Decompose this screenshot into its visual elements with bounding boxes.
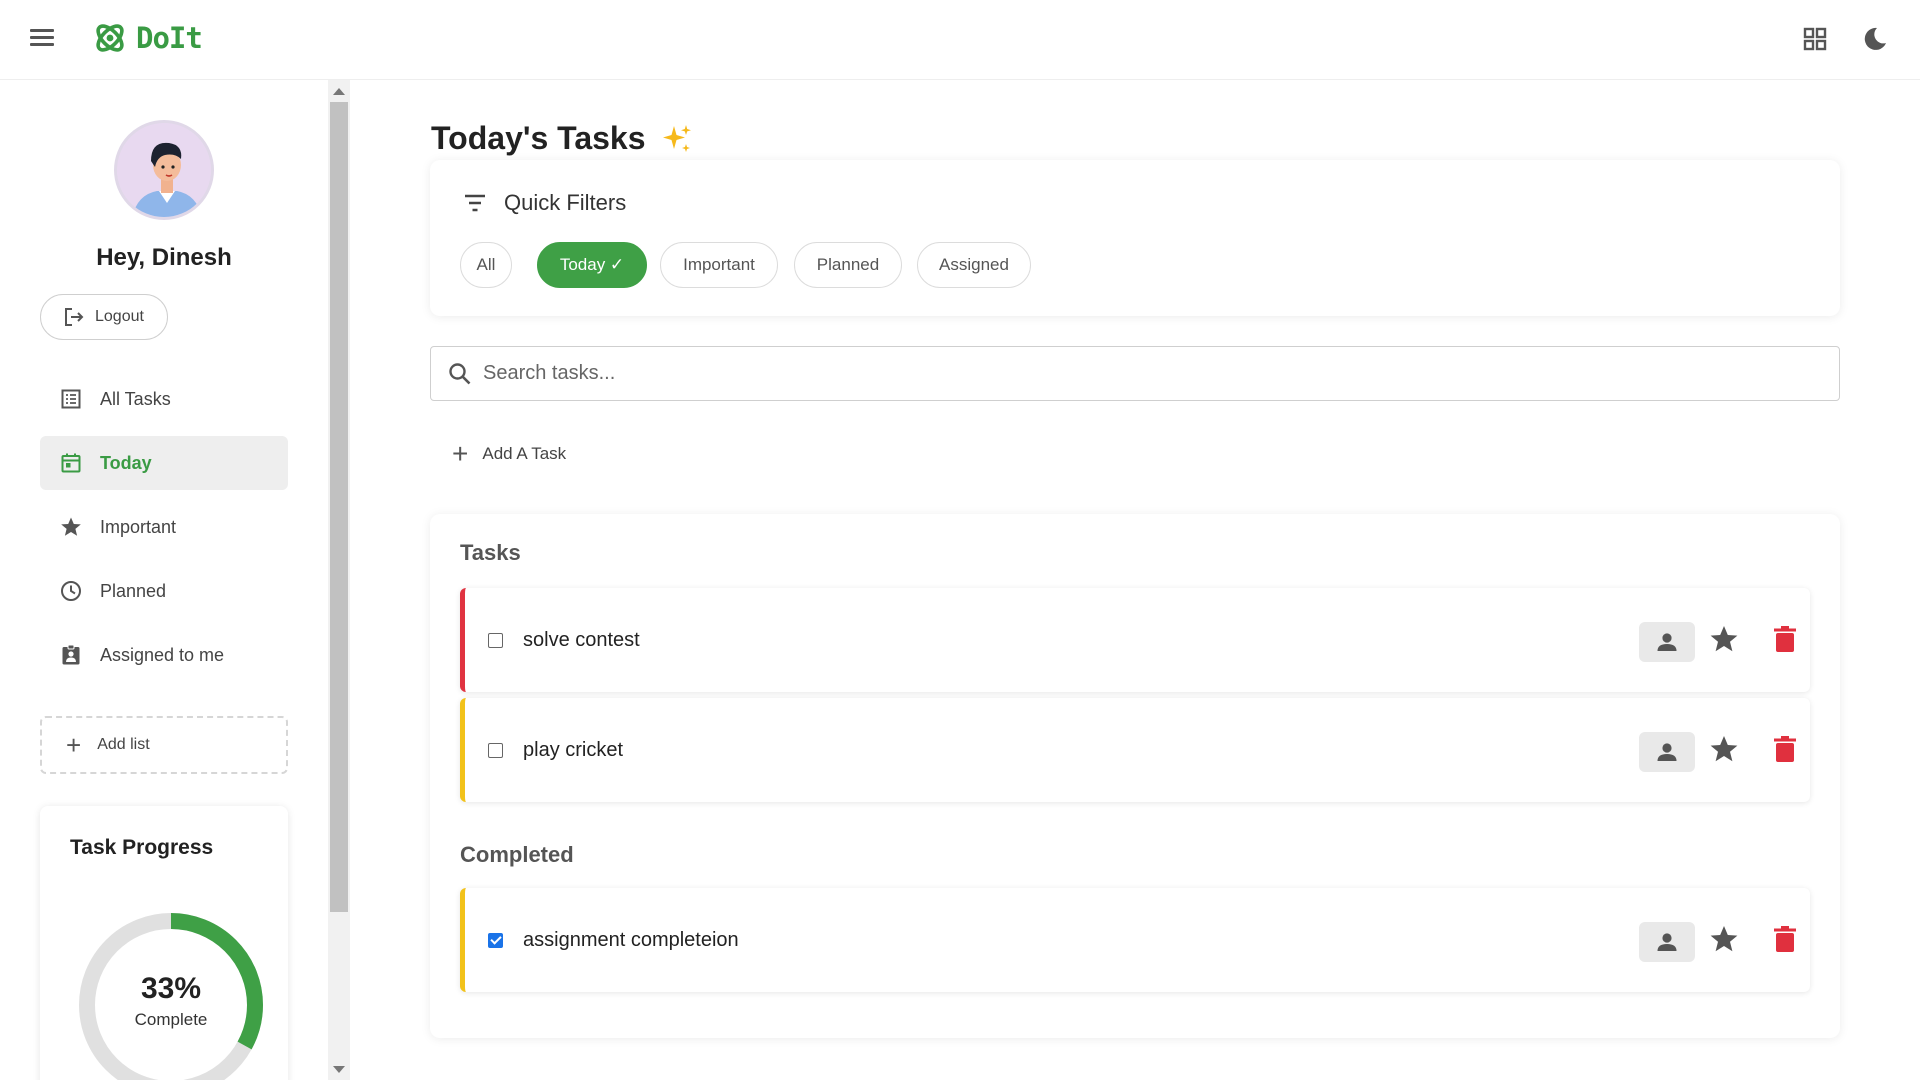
progress-complete-label: Complete (134, 1010, 208, 1029)
sidebar-item-label: Today (100, 452, 152, 473)
task-text: assignment completeion (523, 928, 739, 951)
sidebar-item-today[interactable]: Today (40, 436, 288, 490)
filter-chip-today[interactable]: Today ✓ (537, 242, 647, 288)
task-row[interactable]: solve contest (460, 588, 1810, 692)
delete-icon[interactable] (1771, 624, 1799, 654)
add-task-button[interactable]: + Add A Task (452, 440, 566, 468)
page-title: Today's Tasks (431, 120, 646, 156)
star-icon[interactable] (1709, 734, 1739, 764)
search-input[interactable] (483, 362, 1839, 385)
sidebar-item-label: Assigned to me (100, 644, 225, 665)
delete-icon[interactable] (1771, 734, 1799, 764)
tasks-card: Tasks solve contest play cricket Complet… (430, 514, 1840, 1038)
filter-chip-important[interactable]: Important (660, 242, 778, 288)
quick-filters-card: Quick Filters All Today ✓ Important Plan… (430, 160, 1840, 316)
sidebar-item-all-tasks[interactable]: All Tasks (40, 372, 288, 426)
scroll-up-arrow-icon[interactable] (333, 88, 345, 95)
add-list-button[interactable]: + Add list (40, 716, 288, 774)
task-row[interactable]: play cricket (460, 698, 1810, 802)
person-icon (1657, 743, 1677, 761)
logout-icon (65, 308, 84, 326)
hamburger-menu-icon[interactable] (30, 26, 60, 50)
clock-icon (61, 581, 81, 601)
sidebar-item-label: Important (100, 516, 177, 537)
doit-logo-icon (96, 24, 124, 52)
task-text: solve contest (523, 628, 640, 651)
filter-chip-assigned[interactable]: Assigned (917, 242, 1031, 288)
app-name: DoIt (136, 21, 203, 55)
task-checkbox[interactable] (488, 632, 503, 648)
sidebar-item-label: Planned (100, 580, 167, 601)
sidebar-item-label: All Tasks (100, 388, 171, 409)
assign-task-button[interactable] (1639, 922, 1695, 962)
person-icon (1657, 633, 1677, 651)
task-checkbox[interactable] (488, 742, 503, 758)
completed-heading: Completed (460, 842, 574, 867)
task-checkbox-checked[interactable] (488, 932, 503, 948)
plus-icon: + (66, 730, 82, 760)
logout-label: Logout (95, 308, 144, 325)
brand[interactable]: DoIt (92, 20, 203, 56)
task-text: play cricket (523, 738, 624, 761)
scroll-down-arrow-icon[interactable] (333, 1066, 345, 1073)
filter-chip-planned[interactable]: Planned (794, 242, 902, 288)
sidebar: Hey, Dinesh Logout All Tasks Today Impor… (0, 80, 330, 1080)
assign-task-button[interactable] (1639, 732, 1695, 772)
filter-chip-all[interactable]: All (460, 242, 512, 288)
quick-filters-heading: Quick Filters (504, 190, 627, 215)
star-icon[interactable] (1709, 624, 1739, 654)
dark-mode-moon-icon[interactable] (1858, 22, 1892, 56)
task-progress-card: Task Progress 33% Complete (40, 806, 288, 1080)
search-icon (449, 362, 471, 384)
sidebar-item-important[interactable]: Important (40, 500, 288, 554)
star-icon (61, 517, 81, 536)
progress-percent: 33% (140, 972, 202, 1005)
search-box[interactable] (430, 346, 1840, 401)
task-row-completed[interactable]: assignment completeion (460, 888, 1810, 992)
add-task-label: Add A Task (482, 444, 567, 463)
quick-filters-header: Quick Filters (462, 190, 626, 216)
sparkles-icon (662, 124, 691, 152)
avatar (114, 120, 214, 220)
sidebar-item-planned[interactable]: Planned (40, 564, 288, 618)
top-bar: DoIt (0, 0, 1920, 80)
sidebar-item-assigned[interactable]: Assigned to me (40, 628, 288, 682)
add-list-label: Add list (97, 736, 150, 753)
user-avatar-illustration (117, 123, 211, 217)
greeting: Hey, Dinesh (96, 244, 232, 271)
assignment-ind-icon (62, 644, 80, 665)
delete-icon[interactable] (1771, 924, 1799, 954)
star-icon[interactable] (1709, 924, 1739, 954)
list-icon (61, 389, 81, 409)
sidebar-scrollbar[interactable] (328, 80, 350, 1080)
page-title-wrap: Today's Tasks (431, 120, 694, 157)
calendar-today-icon (61, 453, 81, 473)
scroll-thumb[interactable] (330, 102, 348, 912)
person-icon (1657, 933, 1677, 951)
grid-view-icon[interactable] (1798, 22, 1832, 56)
logout-button[interactable]: Logout (40, 294, 168, 340)
filter-icon (465, 194, 485, 212)
tasks-heading: Tasks (460, 540, 521, 565)
plus-icon: + (452, 438, 469, 469)
progress-title: Task Progress (70, 836, 214, 859)
assign-task-button[interactable] (1639, 622, 1695, 662)
